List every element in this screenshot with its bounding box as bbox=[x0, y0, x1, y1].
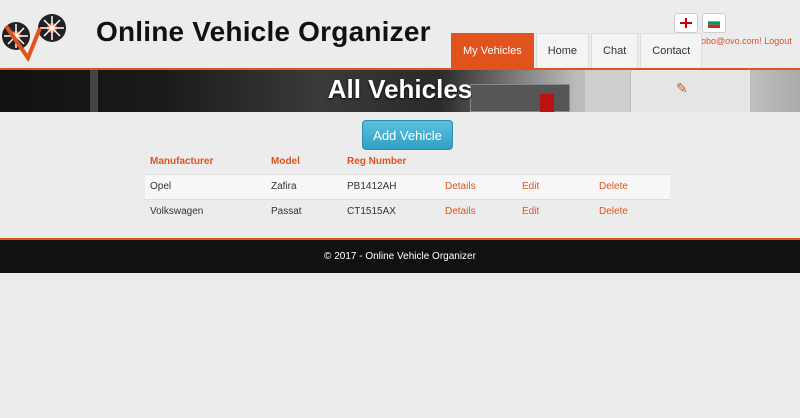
table-header-row: Manufacturer Model Reg Number bbox=[145, 150, 670, 174]
add-vehicle-button[interactable]: Add Vehicle bbox=[362, 120, 453, 150]
tab-home[interactable]: Home bbox=[535, 33, 590, 68]
cell-manufacturer: Volkswagen bbox=[145, 198, 266, 224]
details-link[interactable]: Details bbox=[445, 181, 476, 192]
column-header-empty bbox=[440, 150, 517, 174]
column-header-empty bbox=[594, 150, 670, 174]
page-title: All Vehicles bbox=[327, 74, 473, 104]
en-flag-icon[interactable] bbox=[674, 13, 698, 33]
tab-contact[interactable]: Contact bbox=[640, 33, 703, 68]
delete-link[interactable]: Delete bbox=[599, 206, 628, 217]
footer-copyright: © 2017 - Online Vehicle Organizer bbox=[324, 251, 476, 262]
table-row: Opel Zafira PB1412AH Details Edit Delete bbox=[145, 173, 670, 199]
cell-model: Zafira bbox=[266, 173, 342, 199]
site-logo[interactable] bbox=[0, 6, 72, 63]
cell-manufacturer: Opel bbox=[145, 173, 266, 199]
vehicles-table: Manufacturer Model Reg Number Opel Zafir… bbox=[145, 150, 670, 224]
main-nav: My Vehicles Home Chat Contact bbox=[451, 33, 704, 68]
edit-link[interactable]: Edit bbox=[522, 181, 539, 192]
cell-reg-number: PB1412AH bbox=[342, 173, 440, 199]
tab-chat[interactable]: Chat bbox=[591, 33, 639, 68]
page-banner: ✎ All Vehicles bbox=[0, 70, 800, 112]
language-switcher bbox=[674, 13, 726, 33]
logout-link[interactable]: Logout bbox=[764, 36, 792, 46]
bg-flag-icon[interactable] bbox=[702, 13, 726, 33]
table-row: Volkswagen Passat CT1515AX Details Edit … bbox=[145, 198, 670, 224]
tab-my-vehicles[interactable]: My Vehicles bbox=[451, 33, 534, 68]
edit-link[interactable]: Edit bbox=[522, 206, 539, 217]
site-header: Online Vehicle Organizer Hello bobo@ovo.… bbox=[0, 0, 800, 68]
cell-reg-number: CT1515AX bbox=[342, 198, 440, 224]
site-title: Online Vehicle Organizer bbox=[96, 16, 431, 47]
details-link[interactable]: Details bbox=[445, 206, 476, 217]
cell-model: Passat bbox=[266, 198, 342, 224]
column-header-empty bbox=[517, 150, 594, 174]
delete-link[interactable]: Delete bbox=[599, 181, 628, 192]
site-footer: © 2017 - Online Vehicle Organizer bbox=[0, 240, 800, 273]
column-header-reg-number[interactable]: Reg Number bbox=[342, 150, 440, 174]
column-header-model[interactable]: Model bbox=[266, 150, 342, 174]
column-header-manufacturer[interactable]: Manufacturer bbox=[145, 150, 266, 174]
